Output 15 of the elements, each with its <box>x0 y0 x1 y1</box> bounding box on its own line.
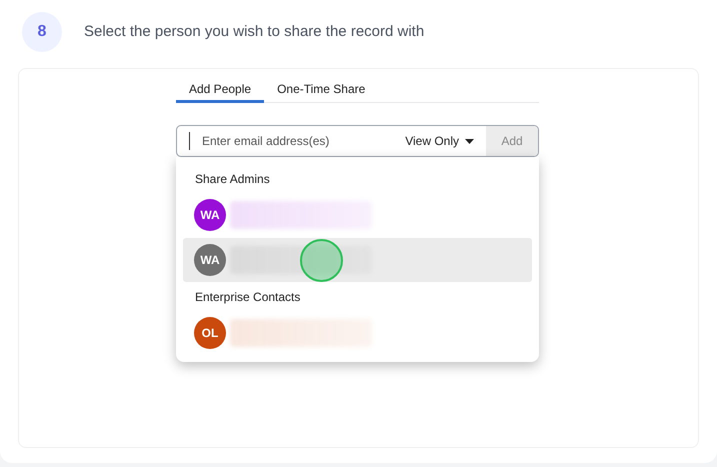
group-heading: Enterprise Contacts <box>194 289 302 306</box>
step-instruction: Select the person you wish to share the record with <box>84 22 424 42</box>
email-placeholder: Enter email address(es) <box>189 132 406 150</box>
avatar: OL <box>194 317 226 349</box>
contact-row[interactable]: OL <box>183 311 532 355</box>
avatar: WA <box>194 244 226 276</box>
caret-icon <box>465 138 474 144</box>
step-number-badge: 8 <box>22 12 62 52</box>
contact-row[interactable]: WA <box>183 193 532 237</box>
group-heading: Share Admins <box>194 171 271 188</box>
contact-row[interactable]: WA <box>183 238 532 282</box>
permission-dropdown[interactable]: View Only <box>405 132 486 150</box>
tab[interactable]: Add People <box>176 77 264 103</box>
avatar: WA <box>194 199 226 231</box>
tab[interactable]: One-Time Share <box>264 77 378 103</box>
